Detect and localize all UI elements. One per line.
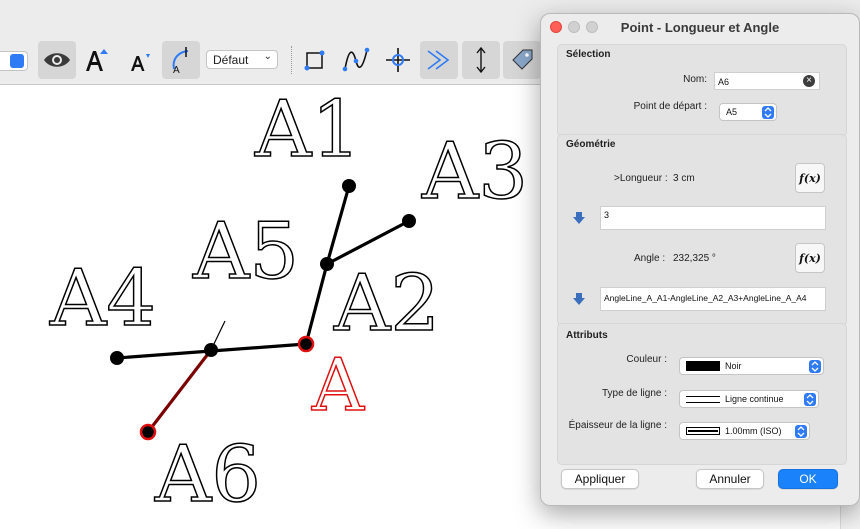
color-select[interactable]: Noir (679, 357, 824, 375)
visibility-toggle-button[interactable] (38, 41, 76, 79)
point-on-object-icon (304, 50, 325, 71)
line-style-select[interactable]: Défaut ⌄ (206, 50, 278, 69)
thickness-value: 1.00mm (ISO) (725, 426, 782, 436)
segment-a2-a1[interactable] (325, 185, 351, 265)
length-value: 3 cm (673, 173, 695, 184)
stepper-arrows-icon (809, 360, 821, 373)
thickness-select[interactable]: 1.00mm (ISO) (679, 422, 810, 440)
line-type-preview (686, 396, 720, 403)
name-input[interactable]: A6 × (714, 72, 820, 90)
chevron-down-icon: ⌄ (263, 51, 272, 62)
point-a3[interactable] (402, 214, 416, 228)
spline-button[interactable] (337, 41, 375, 79)
length-label: >Longueur : (614, 173, 668, 184)
point-a1[interactable] (342, 179, 356, 193)
text-size-decrease-icon (131, 54, 150, 71)
text-size-decrease-button[interactable] (120, 41, 158, 79)
text-size-increase-button[interactable] (78, 41, 116, 79)
ray-icon (427, 50, 450, 70)
cancel-button[interactable]: Annuler (696, 469, 764, 489)
apply-button[interactable]: Appliquer (561, 469, 639, 489)
geometry-heading: Géométrie (566, 139, 616, 150)
stepper-arrows-icon (10, 54, 24, 68)
line-type-label: Type de ligne : (601, 388, 667, 399)
attributes-group: Attributs Couleur : Noir Type de ligne :… (557, 323, 847, 465)
angle-value: 232,325 ° (673, 253, 716, 264)
fx-icon: f(x) (799, 251, 821, 265)
label-a6: A6 (154, 430, 261, 520)
expand-length-formula-arrow-icon[interactable] (572, 211, 586, 225)
length-formula-input[interactable]: 3 (600, 206, 826, 230)
start-point-select[interactable]: A5 (719, 103, 777, 121)
label-a: A (311, 343, 365, 427)
length-formula-wizard-button[interactable]: f(x) (795, 163, 825, 193)
svg-text:A: A (173, 65, 180, 75)
line-type-select[interactable]: Ligne continue (679, 390, 819, 408)
start-point-label: Point de départ : (633, 101, 707, 112)
vertical-arrow-icon (476, 46, 486, 74)
text-size-increase-icon (86, 49, 108, 71)
point-length-angle-dialog: Point - Longueur et Angle Sélection Nom:… (540, 13, 860, 506)
label-a2: A2 (333, 259, 440, 349)
point-a[interactable] (297, 335, 315, 353)
eye-icon (44, 53, 70, 67)
thickness-preview (686, 427, 720, 435)
angle-formula-wizard-button[interactable]: f(x) (795, 243, 825, 273)
segment-a-a2[interactable] (304, 263, 329, 345)
thickness-label: Épaisseur de la ligne : (568, 420, 667, 431)
label-tool-button[interactable]: A (162, 41, 200, 79)
ok-button[interactable]: OK (778, 469, 838, 489)
label-tool-icon: A (172, 47, 189, 75)
stepper-arrows-icon (762, 106, 774, 119)
tag-settings-button[interactable] (503, 41, 541, 79)
geometry-group: Géométrie >Longueur : 3 cm f(x) 3 Angle … (557, 134, 847, 326)
length-formula-value: 3 (604, 210, 610, 220)
selection-group: Sélection Nom: A6 × Point de départ : A5 (557, 44, 847, 137)
angle-formula-value: AngleLine_A_A1-AngleLine_A2_A3+AngleLine… (604, 293, 807, 303)
ray-button[interactable] (420, 41, 458, 79)
start-point-value: A5 (726, 107, 738, 117)
toolbar-separator (291, 46, 293, 74)
tag-settings-icon (512, 49, 533, 70)
stepper-arrows-icon (795, 425, 807, 438)
segment-a2-a3[interactable] (326, 219, 410, 266)
angle-label: Angle : (634, 253, 666, 264)
line-style-select-value: Défaut (213, 53, 249, 67)
label-a5: A5 (192, 207, 299, 297)
left-select-stepper[interactable] (0, 51, 28, 71)
color-swatch (686, 361, 720, 371)
name-label: Nom: (683, 74, 707, 85)
segment-a5-a6[interactable] (146, 349, 213, 433)
intersection-button[interactable] (379, 41, 417, 79)
label-a1: A1 (254, 85, 361, 175)
point-a5[interactable] (204, 343, 218, 357)
color-label: Couleur : (626, 354, 667, 365)
dialog-title: Point - Longueur et Angle (620, 20, 780, 35)
vertical-arrow-button[interactable] (462, 41, 500, 79)
expand-angle-formula-arrow-icon[interactable] (572, 292, 586, 306)
color-value: Noir (725, 361, 742, 371)
clear-icon[interactable]: × (803, 75, 815, 87)
label-a4: A4 (49, 254, 156, 344)
stepper-arrows-icon (804, 393, 816, 406)
dialog-titlebar[interactable]: Point - Longueur et Angle (541, 14, 859, 42)
point-a2[interactable] (320, 257, 334, 271)
spline-icon (342, 47, 370, 72)
fx-icon: f(x) (799, 171, 821, 185)
selection-heading: Sélection (566, 49, 611, 60)
label-a3: A3 (421, 127, 528, 217)
point-a4[interactable] (110, 351, 124, 365)
point-a6[interactable] (139, 423, 157, 441)
line-type-value: Ligne continue (725, 394, 784, 404)
angle-formula-input[interactable]: AngleLine_A_A1-AngleLine_A2_A3+AngleLine… (600, 287, 826, 311)
attributes-heading: Attributs (566, 330, 608, 341)
point-on-object-button[interactable] (296, 41, 334, 79)
intersection-icon (386, 48, 410, 72)
name-input-value: A6 (718, 77, 730, 87)
